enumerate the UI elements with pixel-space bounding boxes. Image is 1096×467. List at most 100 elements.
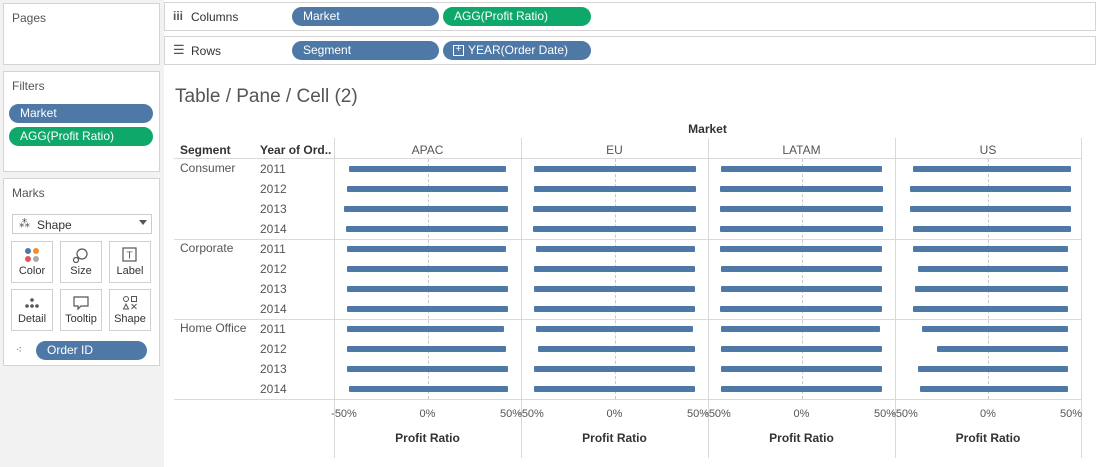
view-area: Table / Pane / Cell (2) Market Segment Yea… (164, 69, 1096, 467)
filter-pill-profit-ratio[interactable]: AGG(Profit Ratio) (9, 127, 153, 146)
year-label: 2012 (260, 182, 287, 196)
year-header: Year of Ord.. (260, 143, 332, 157)
columns-label: Columns (191, 10, 239, 24)
market-header-eu: EU (606, 143, 623, 157)
label-button[interactable]: T Label (109, 241, 151, 283)
rows-label: Rows (191, 44, 222, 58)
scatter-mark (913, 306, 1068, 312)
x-tick-label: -50% (892, 408, 918, 420)
shape-button[interactable]: Shape (109, 289, 151, 331)
order-id-pill[interactable]: Order ID (36, 341, 147, 360)
color-icon (12, 247, 52, 263)
scatter-mark (534, 386, 695, 392)
segment-divider (174, 319, 1081, 320)
chart-bottom-line (174, 399, 1081, 400)
x-tick-label: 50% (1059, 408, 1083, 420)
size-button[interactable]: Size (60, 241, 102, 283)
scatter-mark (532, 226, 697, 232)
year-label: 2011 (260, 322, 286, 336)
scatter-mark (347, 186, 508, 192)
x-tick-label: 0% (419, 408, 436, 420)
x-tick-label: -50% (518, 408, 544, 420)
scatter-mark (347, 326, 505, 332)
scatter-mark (936, 346, 1068, 352)
scatter-mark (719, 226, 884, 232)
size-icon (61, 247, 101, 264)
scatter-mark (534, 186, 697, 192)
x-axis-title: Profit Ratio (955, 431, 1021, 445)
year-label: 2014 (260, 302, 287, 316)
scatter-mark (913, 226, 1071, 232)
expand-icon: + (453, 45, 464, 57)
rows-icon: ☰ (173, 42, 185, 57)
x-tick-label: -50% (705, 408, 731, 420)
scatter-mark (349, 166, 506, 172)
scatter-mark (532, 206, 697, 212)
scatter-mark (345, 226, 508, 232)
marks-title: Marks (12, 186, 45, 200)
columns-pill-profit-ratio[interactable]: AGG(Profit Ratio) (443, 7, 591, 26)
columns-shelf: iii Columns Market AGG(Profit Ratio) (164, 2, 1096, 31)
zero-line (988, 159, 989, 399)
scatter-mark (721, 326, 880, 332)
mark-type-label: Shape (37, 218, 72, 232)
rows-pill-segment[interactable]: Segment (292, 41, 439, 60)
scatter-mark (347, 286, 508, 292)
color-button[interactable]: Color (11, 241, 53, 283)
scatter-mark (913, 166, 1071, 172)
scatter-mark (918, 366, 1068, 372)
market-header-latam: LATAM (782, 143, 821, 157)
scatter-mark (344, 206, 508, 212)
rows-pill-year-order-date[interactable]: + YEAR(Order Date) (443, 41, 591, 60)
segment-label: Corporate (180, 241, 234, 255)
scatter-mark (534, 286, 695, 292)
columns-pill-market[interactable]: Market (292, 7, 439, 26)
pages-title: Pages (12, 11, 47, 25)
x-axis-title: Profit Ratio (769, 431, 834, 445)
market-header-apac: APAC (411, 143, 444, 157)
scatter-mark (536, 326, 693, 332)
scatter-mark (721, 266, 882, 272)
left-panel: Pages Filters Market AGG(Profit Ratio) M… (0, 0, 164, 467)
columns-icon: iii (173, 9, 184, 23)
detail-button-label: Detail (17, 313, 47, 325)
market-header-us: US (979, 143, 997, 157)
scatter-mark (719, 206, 884, 212)
year-label: 2014 (260, 222, 287, 236)
detail-icon (12, 295, 52, 311)
scatter-mark (914, 286, 1068, 292)
segment-label: Consumer (180, 161, 236, 175)
x-tick-label: 0% (980, 408, 996, 420)
tooltip-button[interactable]: Tooltip (60, 289, 102, 331)
scatter-mark (347, 306, 508, 312)
filter-pill-market[interactable]: Market (9, 104, 153, 123)
zero-line (427, 159, 429, 399)
scatter-mark (719, 246, 882, 252)
year-label: 2012 (260, 262, 287, 276)
label-icon: T (110, 247, 150, 263)
color-button-label: Color (18, 265, 46, 277)
scatter-mark (719, 306, 882, 312)
scatter-mark (534, 266, 695, 272)
segment-label: Home Office (180, 321, 247, 335)
segment-header: Segment (180, 143, 231, 157)
svg-text:T: T (126, 251, 132, 262)
scatter-mark (909, 186, 1071, 192)
mark-type-dropdown[interactable]: ⁂ Shape (12, 214, 152, 234)
scatter-mark (536, 246, 695, 252)
year-label: 2012 (260, 342, 287, 356)
detail-button[interactable]: Detail (11, 289, 53, 331)
scatter-mark (534, 306, 695, 312)
year-label: 2013 (260, 362, 287, 376)
scatter-mark (534, 366, 695, 372)
size-button-label: Size (70, 265, 92, 277)
x-tick-label: -50% (331, 408, 357, 420)
year-label: 2011 (260, 242, 286, 256)
scatter-mark (913, 246, 1068, 252)
marks-card: Marks ⁂ Shape Color Size T Label Detail … (3, 178, 160, 366)
shapes-icon (110, 295, 150, 311)
year-label: 2013 (260, 202, 287, 216)
label-button-label: Label (116, 265, 144, 277)
scatter-mark (534, 166, 697, 172)
scatter-mark (719, 186, 884, 192)
